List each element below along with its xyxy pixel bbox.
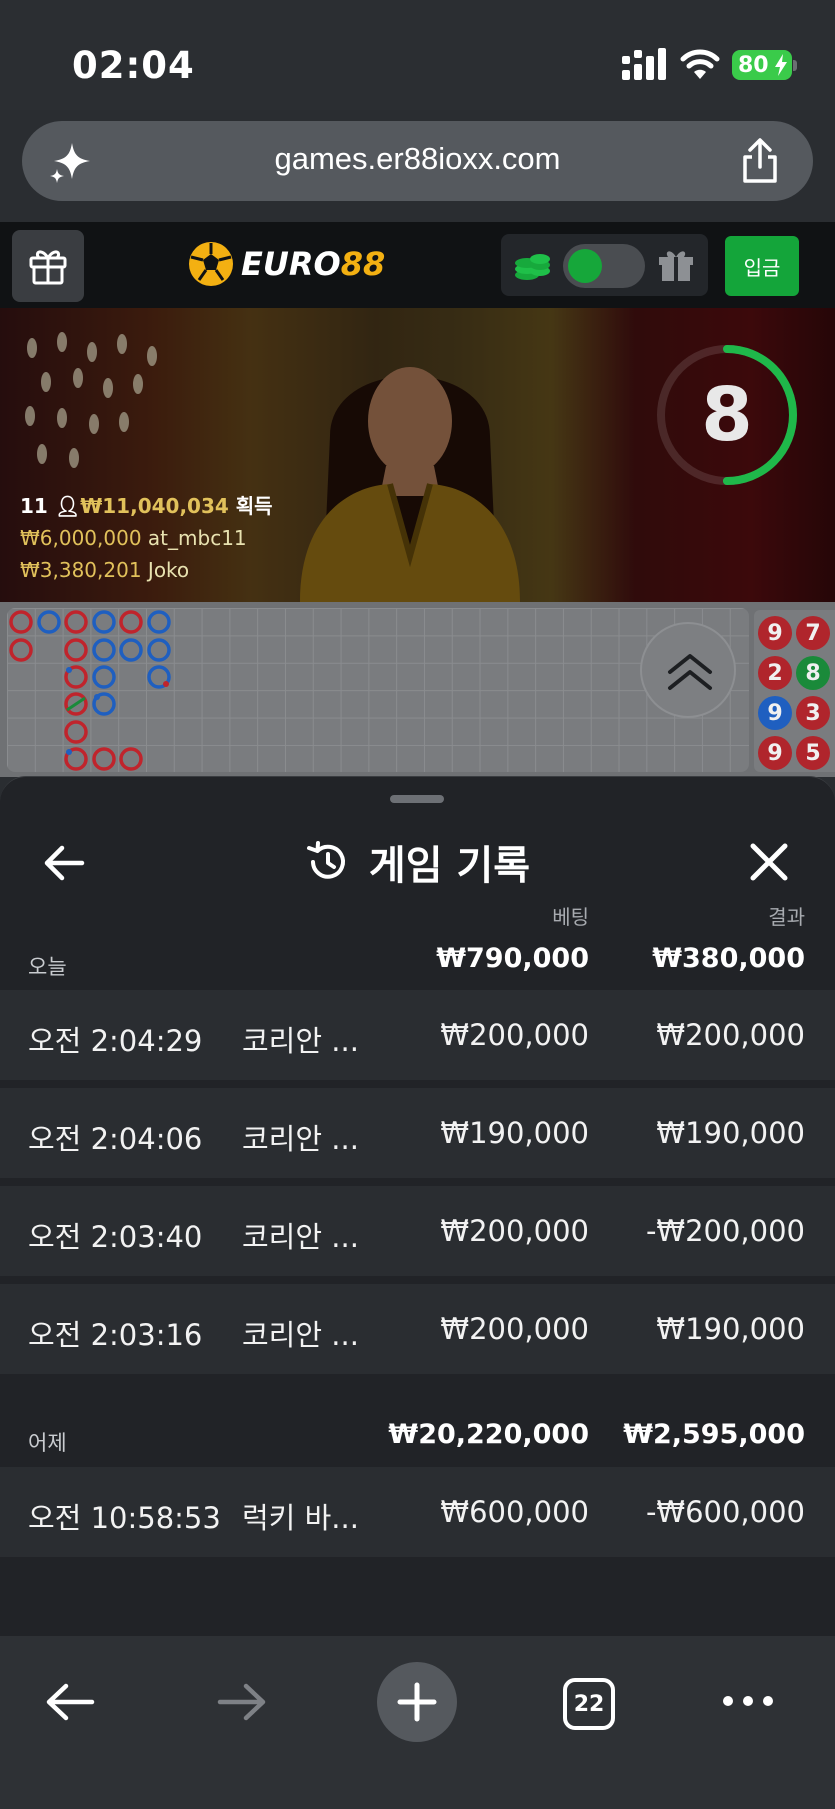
browser-toolbar: 22 — [0, 1636, 835, 1809]
group-bet-total: ₩20,220,000 — [388, 1419, 589, 1450]
history-row[interactable]: 오전 2:04:29 코리안 ... ₩200,000 ₩200,000 — [0, 990, 835, 1080]
gift-icon[interactable] — [657, 247, 695, 283]
row-result: -₩600,000 — [645, 1495, 805, 1529]
chevron-double-up-icon — [668, 654, 712, 690]
bead-roadmap[interactable] — [7, 608, 749, 772]
promotions-button[interactable] — [12, 230, 84, 302]
user-icon: 👤︎ — [54, 494, 81, 518]
row-game: 코리안 ... — [242, 1220, 359, 1254]
road-ball: 5 — [796, 736, 830, 770]
winners-total: ₩11,040,034 — [80, 494, 229, 518]
live-video-stream: 8 11 👤︎₩11,040,034 획득 ₩6,000,000 at_mbc1… — [0, 308, 835, 602]
column-header-result: 결과 — [768, 905, 805, 929]
wifi-icon — [680, 49, 720, 79]
winners-count: 11 — [20, 494, 48, 518]
arrow-right-icon[interactable] — [216, 1682, 268, 1722]
group-bet-total: ₩790,000 — [436, 943, 589, 974]
road-ball: 9 — [758, 736, 792, 770]
row-game: 코리안 ... — [242, 1024, 359, 1058]
row-time: 오전 2:03:40 — [28, 1220, 203, 1254]
group-label: 오늘 — [28, 955, 67, 979]
roadmap-section: 9 7 2 8 9 3 9 5 — [0, 602, 835, 777]
plus-icon — [397, 1682, 437, 1722]
winner-user: at_mbc11 — [147, 526, 247, 550]
wallet-toggle-panel — [501, 234, 708, 296]
site-logo[interactable]: EURO88 — [187, 236, 385, 292]
logo-text-euro: EURO — [241, 245, 341, 283]
row-result: ₩190,000 — [656, 1312, 805, 1346]
winners-suffix: 획득 — [235, 494, 273, 518]
road-ball: 8 — [796, 656, 830, 690]
sheet-grabber[interactable] — [390, 795, 444, 803]
site-header: EURO88 입금 — [0, 222, 835, 308]
row-game: 코리안 ... — [242, 1318, 359, 1352]
charging-bolt-icon — [775, 54, 787, 76]
row-bet: ₩200,000 — [440, 1018, 589, 1052]
history-row[interactable]: 오전 2:04:06 코리안 ... ₩190,000 ₩190,000 — [0, 1088, 835, 1178]
row-bet: ₩200,000 — [440, 1312, 589, 1346]
row-time: 오전 2:03:16 — [28, 1318, 203, 1352]
winners-panel: 11 👤︎₩11,040,034 획득 ₩6,000,000 at_mbc11 … — [20, 490, 273, 586]
row-time: 오전 2:04:29 — [28, 1024, 203, 1058]
tabs-button[interactable]: 22 — [563, 1678, 615, 1730]
winner-user: Joko — [147, 558, 190, 582]
roadmap-expand-button[interactable] — [640, 622, 736, 718]
gift-box-icon — [29, 250, 67, 285]
soccer-ball-icon — [189, 242, 233, 286]
countdown-number: 8 — [701, 372, 753, 458]
battery-tip — [793, 60, 797, 71]
row-game: 코리안 ... — [242, 1122, 359, 1156]
roadmap-marks — [9, 610, 171, 771]
group-result-total: ₩380,000 — [652, 943, 805, 974]
winner-row: ₩3,380,201 Joko — [20, 554, 273, 586]
row-result: ₩190,000 — [656, 1116, 805, 1150]
row-bet: ₩200,000 — [440, 1214, 589, 1248]
number-roadmap[interactable]: 9 7 2 8 9 3 9 5 — [754, 610, 835, 772]
history-group-header: 오늘 ₩790,000 ₩380,000 — [0, 927, 835, 987]
history-row[interactable]: 오전 2:03:16 코리안 ... ₩200,000 ₩190,000 — [0, 1284, 835, 1374]
row-bet: ₩600,000 — [440, 1495, 589, 1529]
road-ball: 3 — [796, 696, 830, 730]
winner-row: ₩6,000,000 at_mbc11 — [20, 522, 273, 554]
wallet-toggle[interactable] — [563, 244, 645, 288]
battery-level: 80 — [738, 52, 769, 78]
cellular-signal-icon — [622, 48, 666, 80]
url-text[interactable]: games.er88ioxx.com — [22, 141, 813, 177]
new-tab-button[interactable] — [377, 1662, 457, 1742]
winners-header: 11 👤︎₩11,040,034 획득 — [20, 490, 273, 522]
toggle-knob — [568, 249, 602, 283]
winner-amount: ₩3,380,201 — [20, 558, 142, 582]
status-time: 02:04 — [72, 44, 195, 87]
history-row[interactable]: 오전 2:03:40 코리안 ... ₩200,000 -₩200,000 — [0, 1186, 835, 1276]
close-icon[interactable] — [748, 841, 790, 883]
coins-icon — [515, 254, 550, 280]
row-time: 오전 2:04:06 — [28, 1122, 203, 1156]
more-icon[interactable] — [720, 1686, 776, 1716]
arrow-left-icon[interactable] — [44, 1682, 96, 1722]
group-result-total: ₩2,595,000 — [623, 1419, 805, 1450]
road-ball: 9 — [758, 696, 792, 730]
game-history-sheet: 게임 기록 베팅 결과 오늘 ₩790,000 ₩380,000 오전 2:04… — [0, 776, 835, 1636]
row-game: 럭키 바... — [242, 1501, 359, 1535]
road-ball: 9 — [758, 616, 792, 650]
deposit-button[interactable]: 입금 — [725, 236, 799, 296]
road-ball: 7 — [796, 616, 830, 650]
road-ball: 2 — [758, 656, 792, 690]
history-row[interactable]: 오전 10:58:53 럭키 바... ₩600,000 -₩600,000 — [0, 1467, 835, 1557]
history-group-header: 어제 ₩20,220,000 ₩2,595,000 — [0, 1403, 835, 1463]
history-icon — [306, 841, 345, 879]
winner-amount: ₩6,000,000 — [20, 526, 142, 550]
logo-text-88: 88 — [340, 245, 386, 283]
row-result: ₩200,000 — [656, 1018, 805, 1052]
row-bet: ₩190,000 — [440, 1116, 589, 1150]
share-icon[interactable] — [737, 137, 783, 185]
sheet-title: 게임 기록 — [368, 843, 531, 889]
row-time: 오전 10:58:53 — [28, 1501, 221, 1535]
column-header-bet: 베팅 — [552, 905, 589, 929]
status-bar: 02:04 80 — [0, 0, 835, 110]
group-label: 어제 — [28, 1431, 67, 1455]
address-bar[interactable]: games.er88ioxx.com — [22, 121, 813, 201]
row-result: -₩200,000 — [645, 1214, 805, 1248]
